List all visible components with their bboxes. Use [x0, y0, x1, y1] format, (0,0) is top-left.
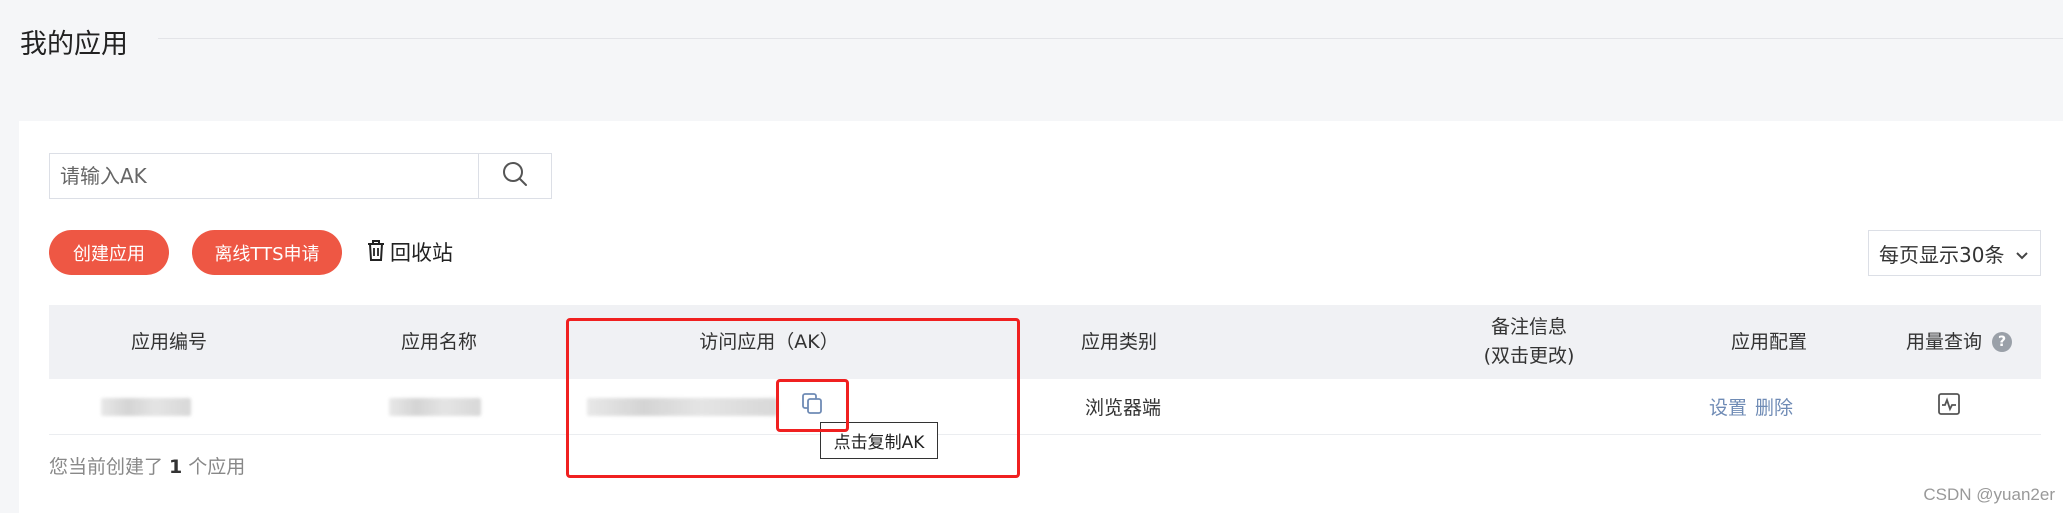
- offline-tts-apply-button[interactable]: 离线TTS申请: [192, 230, 342, 275]
- column-header-config: 应用配置: [1730, 330, 1807, 353]
- redacted-app-id: [101, 397, 191, 416]
- settings-link[interactable]: 设置: [1709, 393, 1747, 420]
- column-header-remark: 备注信息 (双击更改): [1399, 305, 1659, 379]
- app-name-cell: [389, 379, 481, 434]
- app-id-cell: [101, 379, 191, 434]
- create-app-button[interactable]: 创建应用: [49, 230, 169, 275]
- page-size-select[interactable]: 每页显示30条: [1868, 230, 2041, 276]
- app-count-suffix: 个应用: [188, 456, 246, 478]
- trash-icon: [366, 238, 390, 267]
- column-header-app-id: 应用编号: [130, 330, 207, 353]
- remark-header-title: 备注信息: [1490, 316, 1567, 338]
- chevron-down-icon: [2014, 244, 2030, 268]
- app-count-prefix: 您当前创建了: [49, 456, 164, 478]
- page-size-label: 每页显示30条: [1879, 242, 2005, 267]
- app-count-summary: 您当前创建了 1 个应用: [49, 452, 245, 479]
- recycle-bin-link[interactable]: 回收站: [366, 237, 453, 267]
- copy-icon: [799, 391, 825, 421]
- config-cell: 设置 删除: [1709, 379, 1801, 434]
- search-input[interactable]: [50, 154, 480, 198]
- watermark: CSDN @yuan2er: [1923, 485, 2055, 504]
- title-divider: [158, 38, 2063, 39]
- help-icon[interactable]: ?: [1992, 332, 2012, 352]
- ak-cell: [587, 379, 777, 434]
- redacted-app-name: [389, 397, 481, 416]
- app-count-value: 1: [169, 456, 183, 478]
- activity-chart-icon: [1937, 392, 1961, 421]
- usage-query-button[interactable]: [1929, 379, 1969, 434]
- table-row: 浏览器端 设置 删除: [49, 379, 2041, 435]
- column-header-usage: 用量查询 ?: [1879, 305, 2039, 379]
- remark-header-hint: (双击更改): [1483, 345, 1575, 367]
- column-header-access-ak: 访问应用（AK）: [699, 330, 839, 353]
- column-header-app-name: 应用名称: [400, 330, 477, 353]
- usage-header-label: 用量查询: [1905, 330, 1982, 353]
- app-type-cell: 浏览器端: [1085, 397, 1162, 419]
- search-button[interactable]: [478, 154, 551, 198]
- copy-ak-tooltip: 点击复制AK: [820, 422, 938, 459]
- page-header: 我的应用: [0, 0, 2063, 120]
- redacted-ak: [587, 397, 777, 416]
- delete-link[interactable]: 删除: [1755, 393, 1793, 420]
- recycle-bin-label: 回收站: [390, 241, 453, 265]
- column-header-app-type: 应用类别: [1080, 330, 1157, 353]
- search-box: [49, 153, 552, 199]
- search-icon: [501, 160, 529, 192]
- page-title: 我的应用: [20, 29, 128, 60]
- table-header: 应用编号 应用名称 访问应用（AK） 应用类别 备注信息 (双击更改) 应用配置…: [49, 305, 2041, 379]
